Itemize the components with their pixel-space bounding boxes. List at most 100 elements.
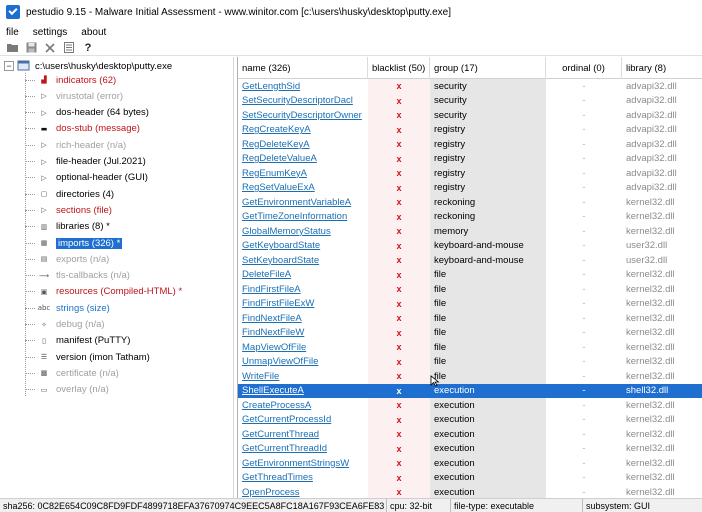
- import-name[interactable]: FindNextFileA: [238, 311, 368, 326]
- help-icon[interactable]: ?: [80, 41, 96, 55]
- table-row[interactable]: FindFirstFileA x file - kernel32.dll: [238, 282, 702, 297]
- import-name[interactable]: SetKeyboardState: [238, 253, 368, 268]
- import-name[interactable]: ShellExecuteA: [238, 384, 368, 399]
- tree-node[interactable]: ▣ resources (Compiled-HTML) *: [25, 285, 182, 299]
- tree-node[interactable]: ▬ dos-stub (message): [25, 122, 140, 136]
- tree-node[interactable]: ☰ version (imon Tatham): [25, 350, 150, 364]
- tree-node[interactable]: ▩ certificate (n/a): [25, 366, 119, 380]
- tree-node[interactable]: ▯ manifest (PuTTY): [25, 334, 130, 348]
- tree-connector: [25, 161, 35, 162]
- table-row[interactable]: GetKeyboardState x keyboard-and-mouse - user…: [238, 238, 702, 254]
- tree-node[interactable]: ▷ sections (file): [25, 203, 112, 217]
- list-rows: GetLengthSid x security - advapi32.dll SetSec…: [238, 79, 702, 498]
- table-row[interactable]: GetTimeZoneInformation x reckoning - kernel3…: [238, 209, 702, 225]
- tree-node[interactable]: ⟶ tls-callbacks (n/a): [25, 269, 130, 283]
- table-row[interactable]: SetSecurityDescriptorDacl x security - advap…: [238, 93, 702, 109]
- import-name[interactable]: GetKeyboardState: [238, 239, 368, 254]
- open-icon[interactable]: [4, 41, 20, 55]
- menu-settings[interactable]: settings: [33, 27, 67, 38]
- collapse-icon[interactable]: −: [4, 61, 14, 71]
- import-name[interactable]: GetThreadTimes: [238, 471, 368, 486]
- blacklist-mark: x: [368, 282, 430, 297]
- table-row[interactable]: GetThreadTimes x execution - kernel32.dll: [238, 470, 702, 486]
- import-name[interactable]: GetEnvironmentStringsW: [238, 456, 368, 471]
- table-row[interactable]: GlobalMemoryStatus x memory - kernel32.dll: [238, 224, 702, 239]
- import-name[interactable]: RegDeleteValueA: [238, 152, 368, 167]
- save-icon[interactable]: [23, 41, 39, 55]
- import-name[interactable]: RegDeleteKeyA: [238, 137, 368, 152]
- import-name[interactable]: RegSetValueExA: [238, 181, 368, 196]
- tree-node[interactable]: ▦ imports (326) *: [25, 236, 123, 250]
- table-row[interactable]: GetLengthSid x security - advapi32.dll: [238, 79, 702, 94]
- table-row[interactable]: GetEnvironmentStringsW x execution - kernel3…: [238, 456, 702, 471]
- tree-node[interactable]: ▷ dos-header (64 bytes): [25, 106, 149, 120]
- tree-node[interactable]: ▷ rich-header (n/a): [25, 138, 126, 152]
- close-icon[interactable]: [42, 41, 58, 55]
- table-row[interactable]: DeleteFileA x file - kernel32.dll: [238, 267, 702, 283]
- menu-about[interactable]: about: [81, 27, 106, 38]
- tree-node[interactable]: ▭ overlay (n/a): [25, 383, 109, 397]
- import-name[interactable]: CreateProcessA: [238, 398, 368, 413]
- table-row[interactable]: ShellExecuteA x execution - shell32.dll: [238, 383, 702, 399]
- table-row[interactable]: FindFirstFileExW x file - kernel32.dll: [238, 296, 702, 312]
- table-row[interactable]: OpenProcess x execution - kernel32.dll: [238, 485, 702, 498]
- column-header-name[interactable]: name (326): [238, 57, 368, 79]
- import-name[interactable]: RegEnumKeyA: [238, 166, 368, 181]
- table-row[interactable]: FindNextFileW x file - kernel32.dll: [238, 325, 702, 341]
- menu-file[interactable]: file: [6, 27, 19, 38]
- table-row[interactable]: SetSecurityDescriptorOwner x security - adva…: [238, 108, 702, 123]
- tree-node[interactable]: ▷ optional-header (GUI): [25, 171, 148, 185]
- list-icon[interactable]: [61, 41, 77, 55]
- table-row[interactable]: RegSetValueExA x registry - advapi32.dll: [238, 180, 702, 196]
- table-row[interactable]: GetEnvironmentVariableA x reckoning - kernel…: [238, 195, 702, 210]
- import-name[interactable]: FindFirstFileA: [238, 282, 368, 297]
- import-name[interactable]: MapViewOfFile: [238, 340, 368, 355]
- table-row[interactable]: WriteFile x file - kernel32.dll: [238, 369, 702, 384]
- table-row[interactable]: RegEnumKeyA x registry - advapi32.dll: [238, 166, 702, 181]
- import-name[interactable]: DeleteFileA: [238, 268, 368, 283]
- table-row[interactable]: GetCurrentProcessId x execution - kernel32.d…: [238, 412, 702, 428]
- import-name[interactable]: OpenProcess: [238, 485, 368, 498]
- tree-node[interactable]: ▤ exports (n/a): [25, 252, 109, 266]
- import-name[interactable]: FindFirstFileExW: [238, 297, 368, 312]
- tree-node[interactable]: abc strings (size): [25, 301, 110, 315]
- import-name[interactable]: GetCurrentThreadId: [238, 442, 368, 457]
- import-name[interactable]: GetCurrentProcessId: [238, 413, 368, 428]
- tree-node[interactable]: ▥ libraries (8) *: [25, 220, 110, 234]
- import-name[interactable]: GlobalMemoryStatus: [238, 224, 368, 239]
- table-row[interactable]: FindNextFileA x file - kernel32.dll: [238, 311, 702, 326]
- import-name[interactable]: SetSecurityDescriptorDacl: [238, 94, 368, 109]
- tree-node[interactable]: ✧ debug (n/a): [25, 318, 105, 332]
- table-row[interactable]: GetCurrentThread x execution - kernel32.dll: [238, 427, 702, 442]
- table-row[interactable]: GetCurrentThreadId x execution - kernel32.dl…: [238, 441, 702, 457]
- table-row[interactable]: MapViewOfFile x file - kernel32.dll: [238, 340, 702, 355]
- column-header-ordinal[interactable]: ordinal (0): [546, 57, 622, 79]
- blacklist-mark: x: [368, 311, 430, 326]
- import-name[interactable]: FindNextFileW: [238, 326, 368, 341]
- column-header-blacklist[interactable]: blacklist (50): [368, 57, 430, 79]
- tree-node[interactable]: ▟ indicators (62): [25, 73, 116, 87]
- tree-panel[interactable]: − c:\users\husky\desktop\putty.exe ▟ indi…: [0, 57, 234, 498]
- tree-node[interactable]: ▢ directories (4): [25, 187, 114, 201]
- table-row[interactable]: CreateProcessA x execution - kernel32.dll: [238, 398, 702, 413]
- import-name[interactable]: RegCreateKeyA: [238, 123, 368, 138]
- table-row[interactable]: RegDeleteKeyA x registry - advapi32.dll: [238, 137, 702, 152]
- table-row[interactable]: RegCreateKeyA x registry - advapi32.dll: [238, 122, 702, 138]
- imports-list[interactable]: name (326) blacklist (50) group (17) ord…: [237, 57, 702, 498]
- import-name[interactable]: GetEnvironmentVariableA: [238, 195, 368, 210]
- import-name[interactable]: GetTimeZoneInformation: [238, 210, 368, 225]
- table-row[interactable]: RegDeleteValueA x registry - advapi32.dll: [238, 151, 702, 167]
- import-name[interactable]: UnmapViewOfFile: [238, 355, 368, 370]
- column-header-library[interactable]: library (8): [622, 57, 702, 79]
- column-header-group[interactable]: group (17): [430, 57, 546, 79]
- tree-node[interactable]: ▷ file-header (Jul.2021): [25, 155, 146, 169]
- import-name[interactable]: GetLengthSid: [238, 79, 368, 94]
- table-row[interactable]: UnmapViewOfFile x file - kernel32.dll: [238, 354, 702, 370]
- tree-node[interactable]: ▷ virustotal (error): [25, 89, 123, 103]
- table-row[interactable]: SetKeyboardState x keyboard-and-mouse - user…: [238, 253, 702, 268]
- import-name[interactable]: GetCurrentThread: [238, 427, 368, 442]
- tree-root[interactable]: − c:\users\husky\desktop\putty.exe: [4, 59, 172, 73]
- import-name[interactable]: WriteFile: [238, 369, 368, 384]
- library-cell: kernel32.dll: [626, 370, 675, 382]
- import-name[interactable]: SetSecurityDescriptorOwner: [238, 108, 368, 123]
